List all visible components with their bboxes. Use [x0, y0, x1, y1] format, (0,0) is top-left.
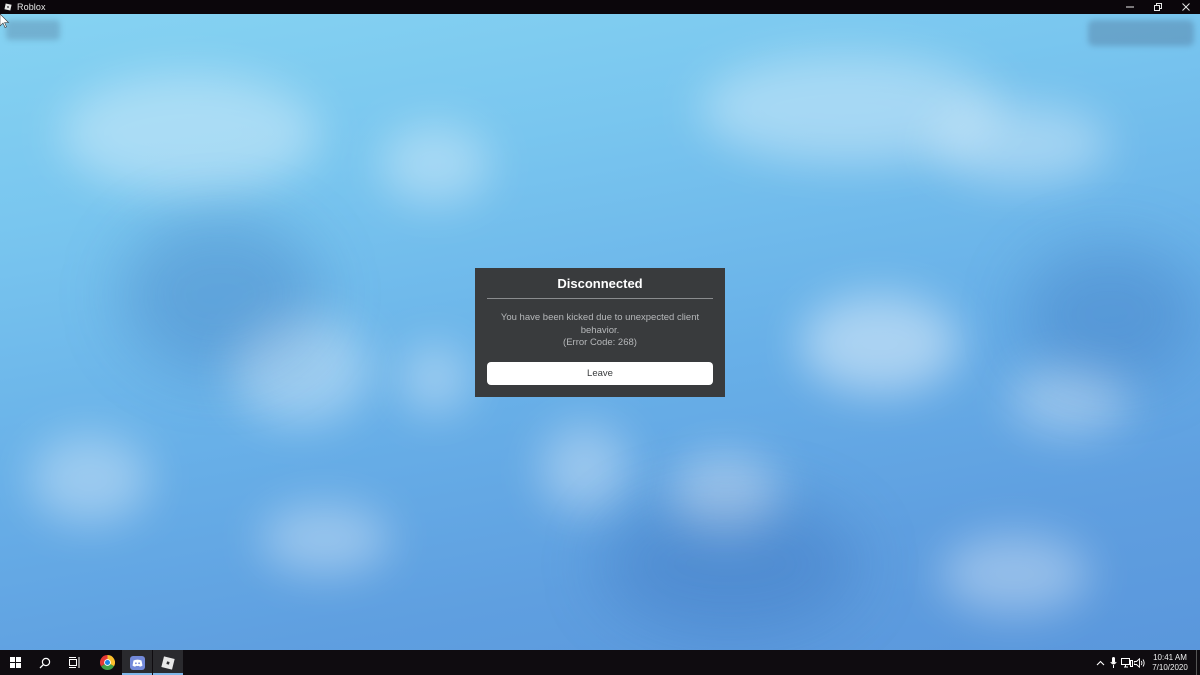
close-button[interactable] [1172, 0, 1200, 14]
show-desktop-button[interactable] [1196, 650, 1200, 675]
cloud-blur [30, 434, 150, 524]
close-icon [1182, 3, 1190, 11]
restore-icon [1154, 3, 1162, 11]
roblox-app-icon [4, 3, 12, 11]
cloud-blur [60, 74, 320, 194]
shadow-blur [120, 214, 320, 374]
taskbar-clock[interactable]: 10:41 AM 7/10/2020 [1150, 653, 1190, 673]
chevron-up-icon [1096, 660, 1105, 665]
blurred-menu-button [6, 20, 60, 40]
cloud-blur [260, 504, 390, 574]
task-view-button[interactable] [60, 650, 90, 675]
chrome-icon [99, 655, 115, 670]
window-title: Roblox [17, 2, 46, 12]
error-code-text: (Error Code: 268) [563, 337, 637, 348]
dialog-message-line: You have been kicked due to unexpected c… [500, 312, 700, 323]
microphone-icon [1110, 657, 1117, 668]
volume-button[interactable] [1133, 650, 1146, 675]
dialog-title: Disconnected [557, 276, 643, 291]
cloud-blur [930, 104, 1110, 184]
dialog-message: You have been kicked due to unexpected c… [491, 312, 709, 350]
shadow-blur [600, 494, 860, 634]
task-view-icon [69, 657, 80, 668]
clock-date: 7/10/2020 [1152, 662, 1188, 672]
windows-start-icon [9, 657, 21, 668]
restore-button[interactable] [1144, 0, 1172, 14]
network-button[interactable] [1120, 650, 1133, 675]
window-controls [1116, 0, 1200, 14]
discord-icon [129, 655, 145, 670]
shadow-blur [1020, 244, 1200, 384]
cloud-blur [940, 534, 1090, 614]
cloud-blur [400, 344, 470, 414]
cloud-blur [380, 124, 490, 204]
leave-button[interactable]: Leave [487, 362, 713, 385]
taskbar-discord[interactable] [122, 650, 152, 675]
search-button[interactable] [30, 650, 60, 675]
taskbar: 10:41 AM 7/10/2020 [0, 650, 1200, 675]
speaker-icon [1133, 657, 1145, 668]
minimize-icon [1126, 6, 1134, 8]
search-icon [39, 657, 51, 668]
microphone-button[interactable] [1107, 650, 1120, 675]
taskbar-chrome[interactable] [92, 650, 122, 675]
system-tray: 10:41 AM 7/10/2020 [1094, 650, 1200, 675]
start-button[interactable] [0, 650, 30, 675]
cloud-blur [540, 424, 630, 514]
network-icon [1120, 657, 1133, 667]
mouse-cursor-icon [0, 13, 10, 33]
clock-time: 10:41 AM [1153, 652, 1187, 662]
window-titlebar[interactable]: Roblox [0, 0, 1200, 14]
show-hidden-icons-button[interactable] [1094, 650, 1107, 675]
dialog-message-line: behavior. [580, 324, 620, 336]
cloud-blur [800, 294, 960, 394]
minimize-button[interactable] [1116, 0, 1144, 14]
disconnected-dialog: Disconnected You have been kicked due to… [475, 268, 725, 397]
dialog-divider [487, 298, 713, 299]
roblox-icon [161, 655, 175, 670]
screen: Roblox Disconnected You have been kicked… [0, 0, 1200, 675]
blurred-player-list [1088, 20, 1194, 46]
taskbar-roblox[interactable] [153, 650, 183, 675]
